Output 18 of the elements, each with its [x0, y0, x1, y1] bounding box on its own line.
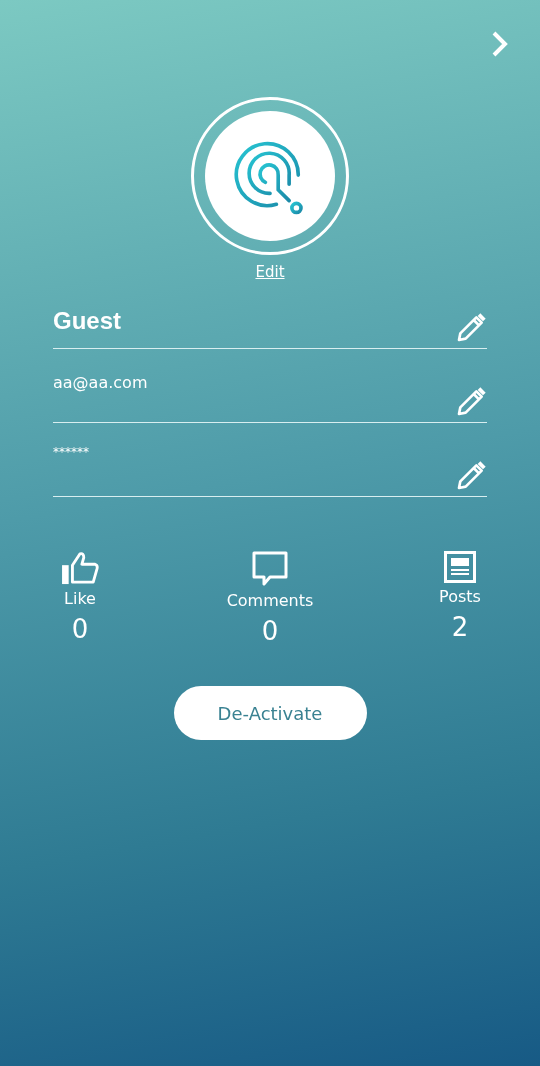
input-field[interactable]: ****** [53, 441, 487, 497]
stat-count: 0 [261, 616, 279, 646]
edit-link[interactable]: Edit [255, 263, 285, 281]
input-field[interactable]: Guest [53, 297, 487, 349]
deactivate-button[interactable]: De-Activate [173, 686, 367, 740]
pencil-icon[interactable] [455, 312, 487, 344]
stat-count: 0 [71, 614, 89, 644]
pencil-icon[interactable] [455, 386, 487, 418]
stat-label: Comments [226, 591, 314, 610]
stat-label: Posts [439, 587, 481, 606]
input-field[interactable]: aa@aa.com [53, 367, 487, 423]
stat-label: Like [64, 589, 96, 608]
thumbs-up-icon[interactable] [61, 551, 99, 585]
forward-chevron-icon[interactable] [490, 30, 510, 58]
speech-bubble-icon[interactable] [252, 551, 288, 587]
document-icon[interactable] [444, 551, 476, 583]
stat-count: 2 [451, 612, 469, 642]
pencil-icon[interactable] [455, 460, 487, 492]
